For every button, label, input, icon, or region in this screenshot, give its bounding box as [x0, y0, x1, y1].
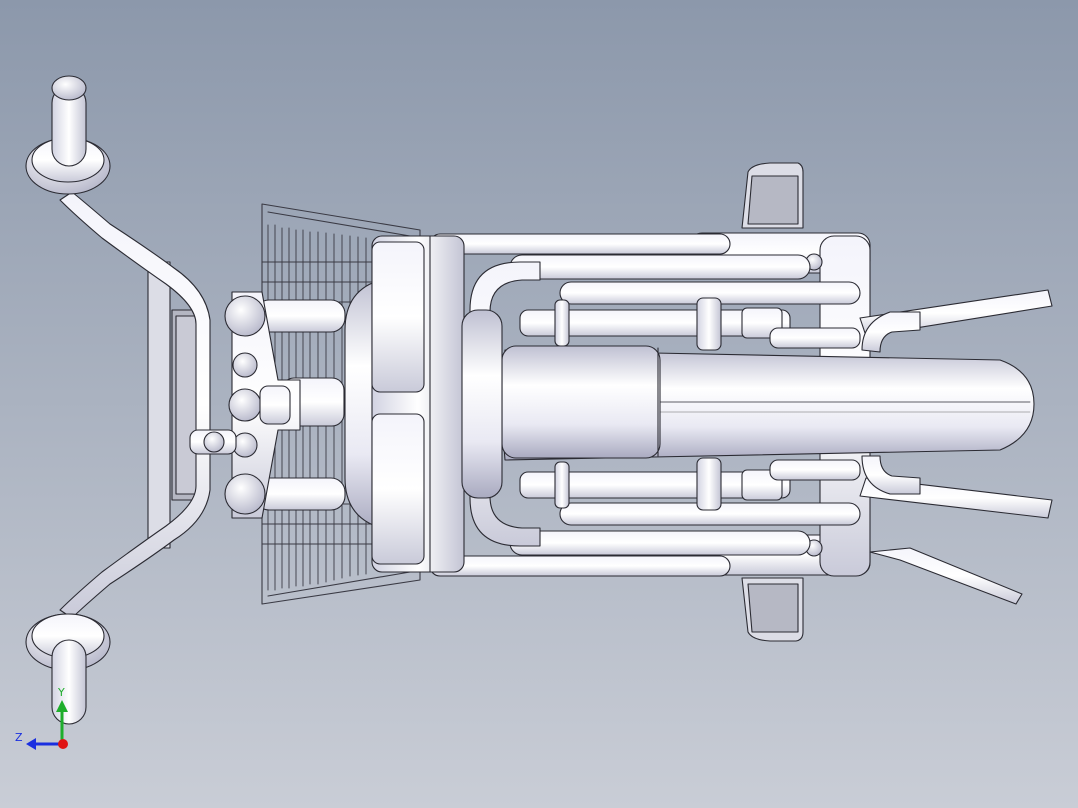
- fuel-tank: [501, 345, 1035, 461]
- model-drawing: [0, 0, 1078, 808]
- rear-fender-pad-top: [741, 162, 804, 229]
- y-axis-label: Y: [58, 686, 65, 699]
- z-axis-label: Z: [15, 731, 23, 744]
- cad-viewport[interactable]: Y Z: [0, 0, 1078, 808]
- rear-fender-pad-bottom: [741, 577, 804, 642]
